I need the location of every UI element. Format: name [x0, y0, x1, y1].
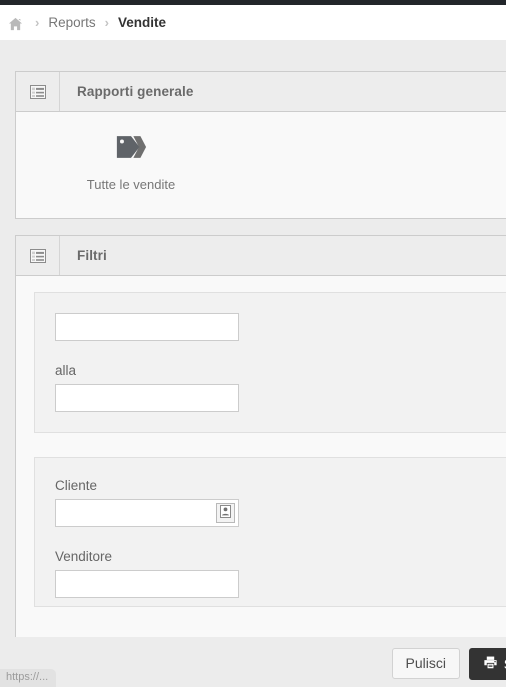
form-group-data-dal: [55, 313, 506, 341]
date-to-input[interactable]: [55, 384, 239, 412]
panel-header-filtri: Filtri: [16, 236, 506, 276]
fieldset-spacer: [34, 433, 506, 457]
panel-header-rapporti: Rapporti generale: [16, 72, 506, 112]
printer-icon: [483, 656, 498, 672]
panel-rapporti-generale: Rapporti generale Tutte le vendite: [15, 71, 506, 219]
browser-status-text: https://...: [6, 671, 49, 683]
date-from-input[interactable]: [55, 313, 239, 341]
fieldset-date-range: alla: [34, 292, 506, 433]
form-spacer: [55, 527, 506, 549]
breadcrumb-separator-1: ›: [35, 15, 40, 30]
report-shortcut-grid: Tutte le vendite: [16, 112, 506, 192]
page-content: Rapporti generale Tutte le vendite Filtr…: [0, 40, 506, 687]
report-shortcut-label: Tutte le vendite: [86, 177, 176, 192]
breadcrumb-item-reports[interactable]: Reports: [48, 15, 95, 30]
browser-status-bar: https://...: [0, 669, 57, 687]
panel-body-filtri: alla Cliente Venditore: [16, 276, 506, 637]
customer-picker-button[interactable]: [216, 503, 235, 523]
panel-body-rapporti: Tutte le vendite: [16, 112, 506, 218]
panel-title-filtri: Filtri: [77, 248, 107, 263]
customer-label: Cliente: [55, 478, 98, 493]
print-button[interactable]: Stampa: [468, 648, 506, 681]
breadcrumb-item-vendite: Vendite: [117, 15, 166, 30]
form-group-data-alla: alla: [55, 363, 506, 412]
form-group-cliente: Cliente: [55, 478, 506, 527]
vcard-icon: [220, 505, 231, 521]
customer-input[interactable]: [55, 499, 239, 527]
breadcrumb: › Reports › Vendite: [0, 5, 506, 40]
list-alt-icon: [16, 72, 60, 111]
form-spacer: [55, 341, 506, 363]
home-icon[interactable]: [8, 17, 23, 31]
list-alt-icon: [16, 236, 60, 275]
clear-button[interactable]: Pulisci: [391, 648, 460, 680]
tags-icon: [16, 134, 246, 163]
fieldset-party: Cliente Venditore: [34, 457, 506, 607]
report-shortcut-tutte-le-vendite[interactable]: Tutte le vendite: [16, 134, 246, 192]
customer-input-group: [55, 499, 239, 527]
panel-filtri: Filtri alla Cliente Venditore: [15, 235, 506, 637]
panel-title-rapporti: Rapporti generale: [77, 84, 194, 99]
form-group-venditore: Venditore: [55, 549, 506, 598]
seller-input[interactable]: [55, 570, 239, 598]
breadcrumb-separator-2: ›: [104, 15, 109, 30]
seller-label: Venditore: [55, 549, 113, 564]
date-to-label: alla: [55, 363, 77, 378]
